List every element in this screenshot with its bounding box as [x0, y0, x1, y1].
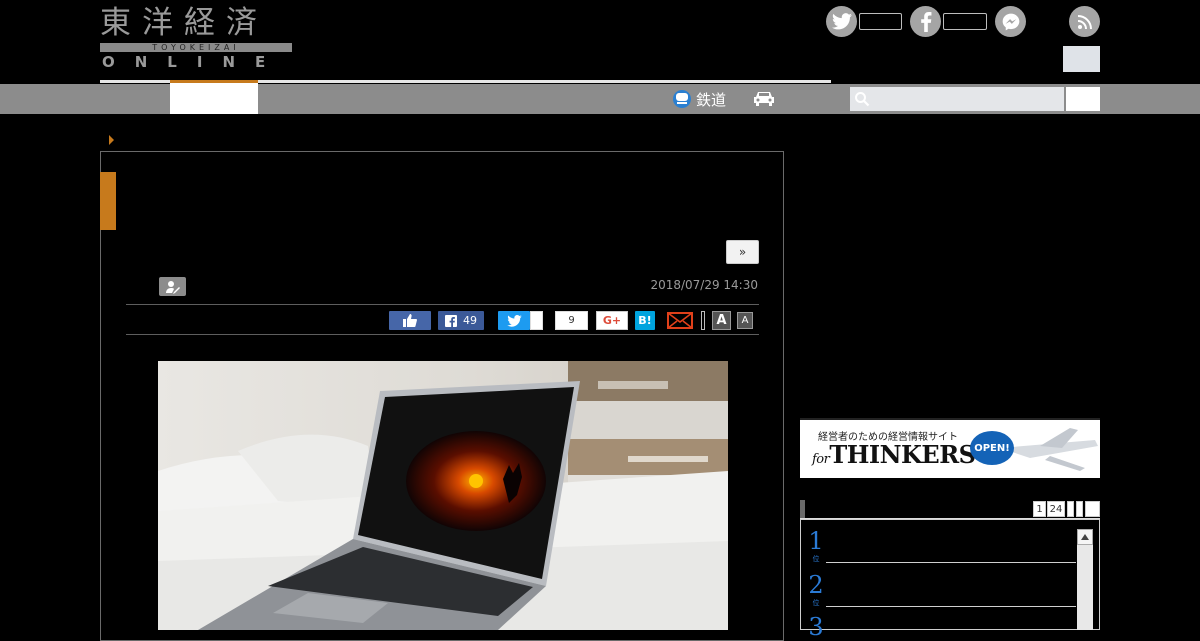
- nav-tab-active-accent: [170, 80, 258, 83]
- banner-open-badge: OPEN!: [970, 431, 1014, 465]
- logo-subtitle: TOYOKEIZAI: [152, 43, 240, 52]
- logo-online: ONLINE: [102, 53, 286, 71]
- rank-unit: 位: [812, 599, 820, 607]
- font-size-small-button[interactable]: A: [737, 312, 753, 329]
- font-size-large-button[interactable]: A: [712, 311, 731, 330]
- train-icon: [673, 90, 691, 108]
- search-icon: [855, 92, 870, 107]
- scroll-up-icon[interactable]: [1077, 529, 1093, 545]
- ranking-divider: [826, 562, 1076, 563]
- share-divider-top: [126, 304, 759, 305]
- share-separator: [701, 311, 705, 330]
- thumbs-up-icon: [403, 314, 417, 327]
- ranking-tab-24h[interactable]: 24: [1047, 501, 1065, 517]
- article-date: 2018/07/29 14:30: [650, 278, 758, 292]
- facebook-icon: [445, 314, 457, 327]
- rank-number: 3: [808, 613, 824, 641]
- car-icon[interactable]: [751, 89, 777, 109]
- banner-logo-text: THINKERS: [829, 440, 976, 469]
- article-title-accent: [100, 172, 116, 230]
- facebook-icon: [920, 11, 931, 32]
- facebook-like-button[interactable]: [910, 6, 941, 37]
- nav-item-rail[interactable]: 鉄道: [673, 88, 726, 110]
- ranking-list: [800, 519, 1100, 630]
- google-plus-share-button[interactable]: G+: [596, 311, 628, 330]
- facebook-like-count: [943, 13, 987, 30]
- messenger-icon: [1002, 13, 1019, 30]
- ranking-item[interactable]: 3: [806, 614, 826, 640]
- ranking-header-accent: [800, 500, 805, 518]
- header-menu-button[interactable]: [1063, 46, 1100, 72]
- ranking-divider: [826, 606, 1076, 607]
- pocket-share-count[interactable]: 9: [555, 311, 588, 330]
- twitter-follow-count: [859, 13, 902, 30]
- rank-unit: 位: [812, 555, 820, 563]
- logo-kanji: 東洋経済: [100, 5, 268, 41]
- rss-button[interactable]: [1069, 6, 1100, 37]
- facebook-like-share-button[interactable]: [389, 311, 431, 330]
- nav-item-rail-label: 鉄道: [696, 90, 727, 109]
- banner-logo-prefix: for: [812, 452, 830, 467]
- nav-tab-active[interactable]: [170, 80, 258, 114]
- twitter-icon: [831, 13, 852, 30]
- search-button[interactable]: [1066, 87, 1100, 111]
- ranking-tab-1h[interactable]: 1: [1033, 501, 1046, 517]
- article-photo: [158, 361, 728, 630]
- rss-icon: [1077, 14, 1092, 29]
- ranking-tab-3[interactable]: [1067, 501, 1074, 517]
- ranking-tab-4[interactable]: [1076, 501, 1083, 517]
- messenger-button[interactable]: [995, 6, 1026, 37]
- rank-number: 2: [808, 571, 824, 599]
- author-icon[interactable]: [159, 277, 186, 296]
- mail-icon[interactable]: [667, 311, 693, 330]
- next-page-button[interactable]: »: [726, 240, 759, 264]
- hatena-bookmark-button[interactable]: B!: [635, 311, 655, 330]
- breadcrumb-arrow-icon: [109, 135, 114, 145]
- ranking-tab-icon[interactable]: [1085, 501, 1100, 517]
- ranking-item[interactable]: 2 位: [806, 572, 826, 608]
- site-logo[interactable]: 東洋経済 TOYOKEIZAI ONLINE: [100, 6, 292, 72]
- twitter-share-button[interactable]: [498, 311, 530, 330]
- facebook-share-count: 49: [463, 314, 477, 327]
- search-input[interactable]: [850, 87, 1064, 111]
- ranking-item[interactable]: 1 位: [806, 528, 826, 564]
- rank-number: 1: [808, 527, 824, 555]
- twitter-icon: [506, 314, 522, 327]
- share-divider-bottom: [126, 334, 759, 335]
- banner-logo: forTHINKERS: [812, 440, 976, 469]
- twitter-follow-button[interactable]: [826, 6, 857, 37]
- twitter-share-count: [530, 311, 543, 330]
- facebook-share-button[interactable]: 49: [438, 311, 484, 330]
